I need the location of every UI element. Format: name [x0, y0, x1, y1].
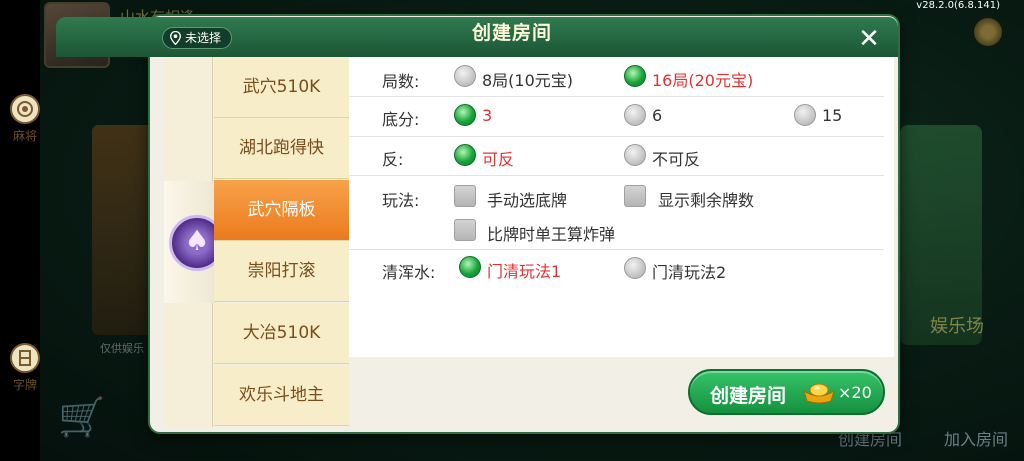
fan-allow-label[interactable]: 可反 [482, 146, 514, 170]
fan-disallow-radio[interactable] [624, 144, 646, 166]
lobby-game-cards [92, 125, 156, 335]
category-mahjong-label: 麻将 [12, 129, 37, 143]
rounds-16-radio[interactable] [624, 65, 646, 87]
zipai-emblem-icon [10, 343, 40, 373]
lobby-join-room-button: 加入房间 [944, 430, 1009, 449]
gold-ingot-icon [803, 383, 835, 404]
location-selector[interactable]: 未选择 [162, 27, 233, 49]
create-room-button[interactable]: 创建房间 ×20 [688, 369, 885, 415]
row-rounds [349, 57, 884, 97]
shop-cart-icon: 🛒 [58, 395, 106, 439]
fan-allow-radio[interactable] [454, 144, 476, 166]
lobby-right-card-text: 娱乐场 [930, 316, 984, 337]
base-score-3-radio[interactable] [454, 104, 476, 126]
base-score-6-radio[interactable] [624, 104, 646, 126]
lobby-games-label: 仅供娱乐 [100, 342, 144, 355]
create-room-button-label: 创建房间 [710, 385, 787, 407]
version-label: v28.2.0(6.8.141) [916, 0, 1000, 11]
row-rules [349, 176, 884, 250]
rules-label: 玩法: [382, 191, 420, 210]
mahjong-emblem-icon [10, 94, 40, 124]
game-item-chongyang-dagun[interactable]: 崇阳打滚 [214, 241, 349, 302]
rounds-8-radio[interactable] [454, 65, 476, 87]
game-item-wuxue-geban[interactable]: 武穴隔板 [214, 180, 349, 241]
menqing-2-label[interactable]: 门清玩法2 [652, 259, 726, 283]
game-item-daye510k[interactable]: 大冶510K [214, 303, 349, 364]
qinghunshui-label: 清浑水: [382, 263, 436, 282]
base-score-15-label[interactable]: 15 [822, 106, 842, 125]
menqing-2-radio[interactable] [624, 257, 646, 279]
rounds-label: 局数: [382, 72, 420, 91]
show-remaining-cards-checkbox[interactable] [624, 185, 646, 207]
location-pin-icon [170, 31, 181, 45]
game-list: 武穴510K 湖北跑得快 武穴隔板 崇阳打滚 大冶510K 欢乐斗地主 [214, 57, 349, 427]
create-room-cost: ×20 [838, 383, 872, 402]
category-zipai[interactable]: 字牌 [0, 343, 50, 393]
menqing-1-label[interactable]: 门清玩法1 [487, 258, 561, 282]
base-score-label: 底分: [382, 110, 420, 129]
rounds-16-label[interactable]: 16局(20元宝) [652, 67, 753, 91]
base-score-15-radio[interactable] [794, 104, 816, 126]
location-label: 未选择 [185, 31, 222, 45]
game-item-huanle-doudizhu[interactable]: 欢乐斗地主 [214, 365, 349, 426]
fan-label: 反: [382, 150, 404, 169]
fan-disallow-label[interactable]: 不可反 [652, 146, 700, 170]
row-fan [349, 137, 884, 176]
base-score-3-label[interactable]: 3 [482, 106, 492, 125]
manual-bottom-cards-checkbox[interactable] [454, 185, 476, 207]
single-joker-bomb-checkbox[interactable] [454, 219, 476, 241]
game-item-wuxue510k[interactable]: 武穴510K [214, 57, 349, 118]
game-item-hubei-paodekuai[interactable]: 湖北跑得快 [214, 118, 349, 179]
close-button[interactable]: ✕ [852, 22, 886, 56]
menqing-1-radio[interactable] [459, 256, 481, 278]
base-score-6-label[interactable]: 6 [652, 106, 662, 125]
category-mahjong[interactable]: 麻将 [0, 94, 50, 144]
category-zipai-label: 字牌 [12, 378, 37, 392]
show-remaining-cards-label[interactable]: 显示剩余牌数 [658, 187, 754, 211]
single-joker-bomb-label[interactable]: 比牌时单王算炸弹 [487, 221, 615, 245]
rounds-8-label[interactable]: 8局(10元宝) [482, 67, 573, 91]
manual-bottom-cards-label[interactable]: 手动选底牌 [487, 187, 567, 211]
